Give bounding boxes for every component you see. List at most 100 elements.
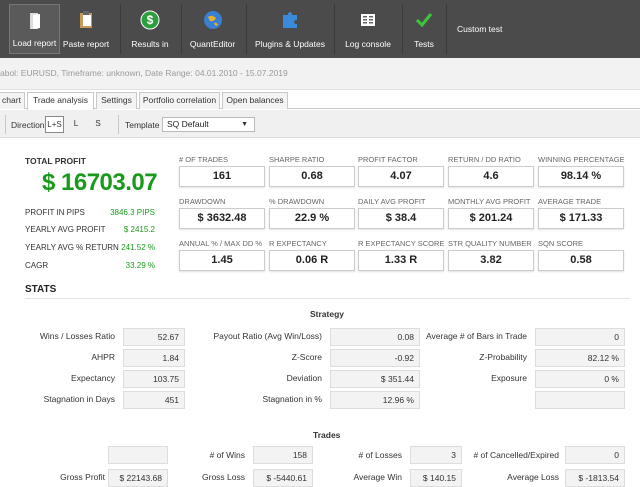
results-in-button[interactable]: $ Results in — [124, 4, 176, 54]
divider — [25, 298, 630, 299]
clipboard-icon — [80, 11, 92, 28]
summary-label: CAGR — [25, 261, 49, 270]
globe-icon — [203, 11, 222, 29]
toolbar-separator — [181, 4, 182, 54]
stat-value: 0 — [535, 328, 625, 346]
report-tabs: chart Trade analysis Settings Portfolio … — [0, 91, 640, 110]
summary-value: 33.29 % — [125, 261, 155, 270]
tab-open-balances[interactable]: Open balances — [222, 92, 288, 109]
stat-label: Average Win — [353, 472, 402, 482]
summary-value: $ 2415.2 — [123, 225, 155, 234]
template-label: Template — [125, 120, 160, 130]
metric-box: % DRAWDOWN 22.9 % — [269, 197, 355, 229]
stat-label: Wins / Losses Ratio — [39, 331, 115, 341]
metric-box: SQN SCORE 0.58 — [538, 239, 624, 271]
stat-label: Average # of Bars in Trade — [426, 331, 527, 341]
stat-value: 0 — [565, 446, 625, 464]
tab-settings[interactable]: Settings — [96, 92, 137, 109]
stats-heading: STATS — [25, 284, 57, 295]
direction-short[interactable]: S — [90, 116, 106, 133]
metric-box: # OF TRADES 161 — [179, 155, 265, 187]
summary-value: 241.52 % — [121, 243, 155, 252]
stat-label: Z-Probability — [479, 352, 527, 362]
chevron-down-icon: ▼ — [241, 121, 248, 128]
log-console-button[interactable]: Log console — [338, 4, 398, 54]
stat-value: $ -5440.61 — [253, 469, 313, 487]
stat-value: 158 — [253, 446, 313, 464]
metric-box: R EXPECTANCY 0.06 R — [269, 239, 355, 271]
direction-label: Direction — [11, 120, 45, 130]
trades-heading: Trades — [313, 430, 341, 440]
options-bar: Direction L+S L S Template SQ Default ▼ — [0, 110, 640, 138]
stat-value: 52.67 — [123, 328, 185, 346]
toolbar-separator — [120, 4, 121, 54]
stat-label: Stagnation in % — [262, 394, 322, 404]
stat-label: # of Losses — [358, 450, 402, 460]
main-toolbar: Load report Paste report $ Results in Qu… — [0, 0, 640, 58]
stat-value: $ 351.44 — [330, 370, 420, 388]
stat-value: 0.08 — [330, 328, 420, 346]
metric-box: DRAWDOWN $ 3632.48 — [179, 197, 265, 229]
tab-portfolio-correlation[interactable]: Portfolio correlation — [139, 92, 220, 109]
dollar-icon: $ — [140, 10, 160, 30]
metric-box: WINNING PERCENTAGE 98.14 % — [538, 155, 625, 187]
metric-box: SHARPE RATIO 0.68 — [269, 155, 355, 187]
metric-box: STR QUALITY NUMBER 3.82 — [448, 239, 534, 271]
stat-value: $ 22143.68 — [108, 469, 168, 487]
plugins-updates-button[interactable]: Plugins & Updates — [250, 4, 330, 54]
metric-box: RETURN / DD RATIO 4.6 — [448, 155, 534, 187]
total-profit-label: TOTAL PROFIT — [25, 156, 86, 166]
direction-long[interactable]: L — [68, 116, 84, 133]
stat-label: AHPR — [91, 352, 115, 362]
stat-label: Z-Score — [291, 352, 322, 362]
custom-test-button[interactable]: Custom test — [457, 24, 502, 34]
toolbar-separator — [402, 4, 403, 54]
stat-label: # of Cancelled/Expired — [473, 450, 559, 460]
stat-value: -0.92 — [330, 349, 420, 367]
stat-label: Deviation — [286, 373, 322, 383]
paste-report-button[interactable]: Paste report — [60, 4, 112, 54]
stat-label: Gross Loss — [202, 472, 245, 482]
stat-value: 1.84 — [123, 349, 185, 367]
stat-label: Gross Profit — [60, 472, 105, 482]
stat-value: 12.96 % — [330, 391, 420, 409]
stat-label: Average Loss — [507, 472, 559, 482]
metric-box: ANNUAL % / MAX DD % 1.45 — [179, 239, 265, 271]
stat-label: # of Wins — [209, 450, 245, 460]
metric-box: AVERAGE TRADE $ 171.33 — [538, 197, 624, 229]
toolbar-separator — [446, 4, 447, 54]
total-profit-value: $ 16703.07 — [42, 169, 158, 196]
document-icon — [29, 13, 40, 29]
direction-long-short[interactable]: L+S — [45, 116, 64, 133]
stat-value: $ -1813.54 — [565, 469, 625, 487]
tab-chart[interactable]: chart — [0, 92, 25, 109]
stat-value: 103.75 — [123, 370, 185, 388]
summary-label: PROFIT IN PIPS — [25, 208, 85, 217]
stat-value: 451 — [123, 391, 185, 409]
summary-value: 3846.3 PIPS — [110, 208, 155, 217]
puzzle-icon — [283, 12, 297, 28]
stat-value: 3 — [410, 446, 462, 464]
toolbar-separator — [246, 4, 247, 54]
stat-value: 0 % — [535, 370, 625, 388]
trade-analysis-panel: TOTAL PROFIT $ 16703.07 PROFIT IN PIPS 3… — [0, 139, 640, 487]
load-report-button[interactable]: Load report — [9, 4, 60, 54]
toolbar-separator — [334, 4, 335, 54]
stat-label: Expectancy — [71, 373, 115, 383]
report-info-text: abol: EURUSD, Timeframe: unknown, Date R… — [0, 68, 288, 78]
stat-label: Exposure — [491, 373, 527, 383]
options-separator — [118, 115, 119, 134]
template-select[interactable]: SQ Default ▼ — [162, 117, 255, 132]
summary-label: YEARLY AVG PROFIT — [25, 225, 106, 234]
stat-value: $ 140.15 — [410, 469, 462, 487]
options-separator — [5, 115, 6, 134]
metric-box: R EXPECTANCY SCORE 1.33 R — [358, 239, 444, 271]
summary-label: YEARLY AVG % RETURN — [25, 243, 119, 252]
quanteditor-button[interactable]: QuantEditor — [185, 4, 240, 54]
console-icon — [361, 14, 375, 26]
tests-button[interactable]: Tests — [406, 4, 442, 54]
metric-box: PROFIT FACTOR 4.07 — [358, 155, 444, 187]
stat-value — [108, 446, 168, 464]
tab-trade-analysis[interactable]: Trade analysis — [27, 92, 94, 110]
stat-label: Payout Ratio (Avg Win/Loss) — [213, 331, 323, 341]
